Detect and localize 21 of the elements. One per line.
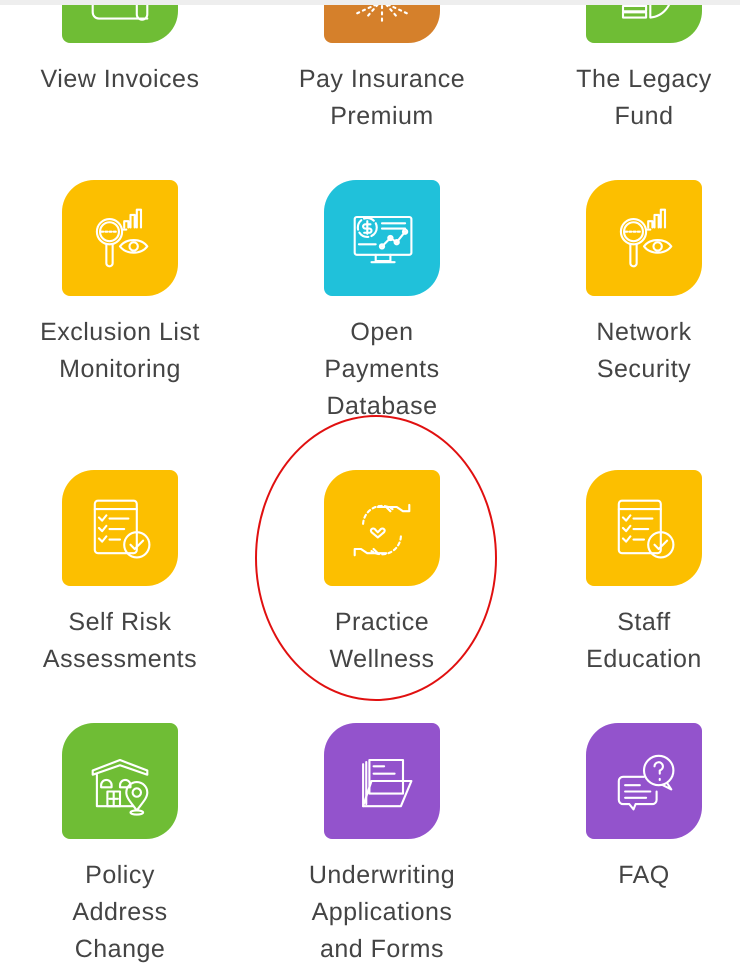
tile-label[interactable]: Practice Wellness (330, 604, 434, 678)
tile-label[interactable]: Pay Insurance Premium (298, 61, 466, 135)
tile-background[interactable] (586, 723, 702, 839)
tile-background[interactable] (62, 723, 178, 839)
tile-background[interactable] (324, 470, 440, 586)
tile-background[interactable] (586, 470, 702, 586)
tile-label[interactable]: View Invoices (40, 61, 200, 98)
tile-background[interactable] (586, 180, 702, 296)
tile-label[interactable]: Policy Address Change (72, 857, 168, 968)
tile-label[interactable]: Underwriting Applications and Forms (308, 857, 456, 968)
tile-label[interactable]: Exclusion List Monitoring (40, 314, 200, 388)
tile-label[interactable]: The Legacy Fund (576, 61, 712, 135)
tile-background[interactable] (62, 180, 178, 296)
tile-background[interactable] (324, 180, 440, 296)
tile-label[interactable]: Staff Education (586, 604, 702, 678)
tile-label[interactable]: Open Payments Database (324, 314, 440, 425)
tile-label[interactable]: FAQ (618, 857, 670, 894)
tile-background[interactable] (62, 470, 178, 586)
tile-background[interactable] (324, 723, 440, 839)
tile-label[interactable]: Network Security (596, 314, 692, 388)
tile-label[interactable]: Self Risk Assessments (42, 604, 198, 678)
